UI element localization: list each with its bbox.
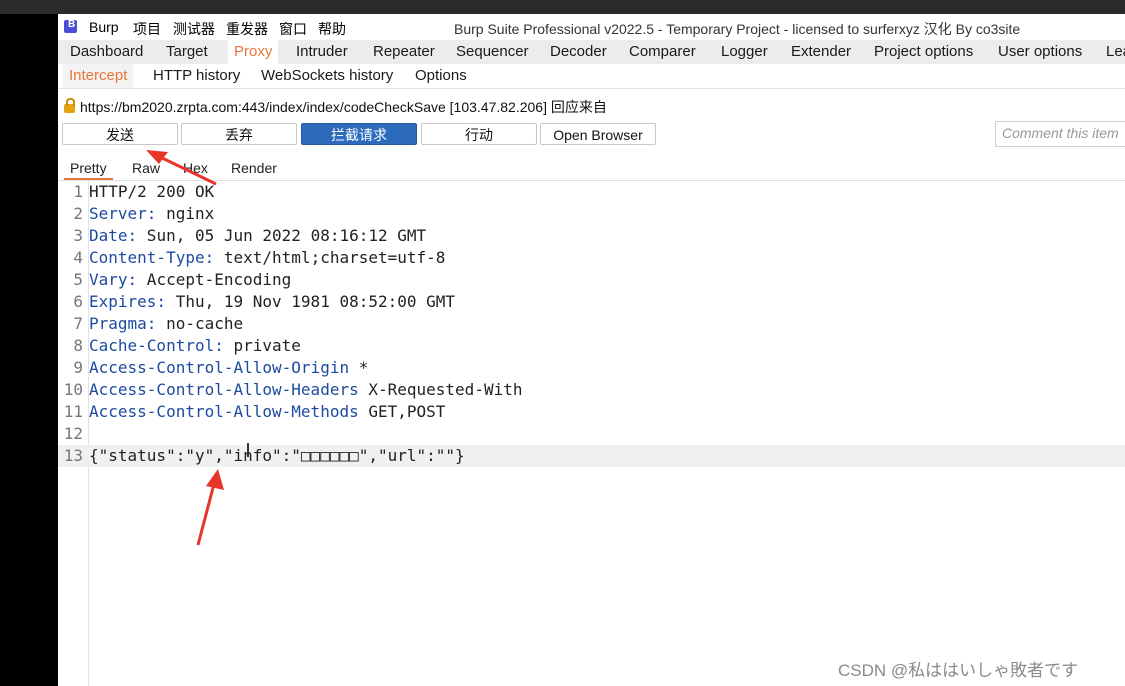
watermark: CSDN @私ははいしゃ敗者です: [838, 661, 1079, 680]
arrow-to-status-value-icon: [196, 469, 224, 546]
annotation-arrows: [146, 150, 224, 546]
top-dark-bar: [0, 0, 1125, 14]
arrow-to-send-button-icon: [146, 150, 217, 186]
left-dark-bar: [0, 14, 58, 686]
burp-window: B Burp 项目 测试器 重发器 窗口 帮助 Burp Suite Profe…: [58, 14, 1125, 686]
